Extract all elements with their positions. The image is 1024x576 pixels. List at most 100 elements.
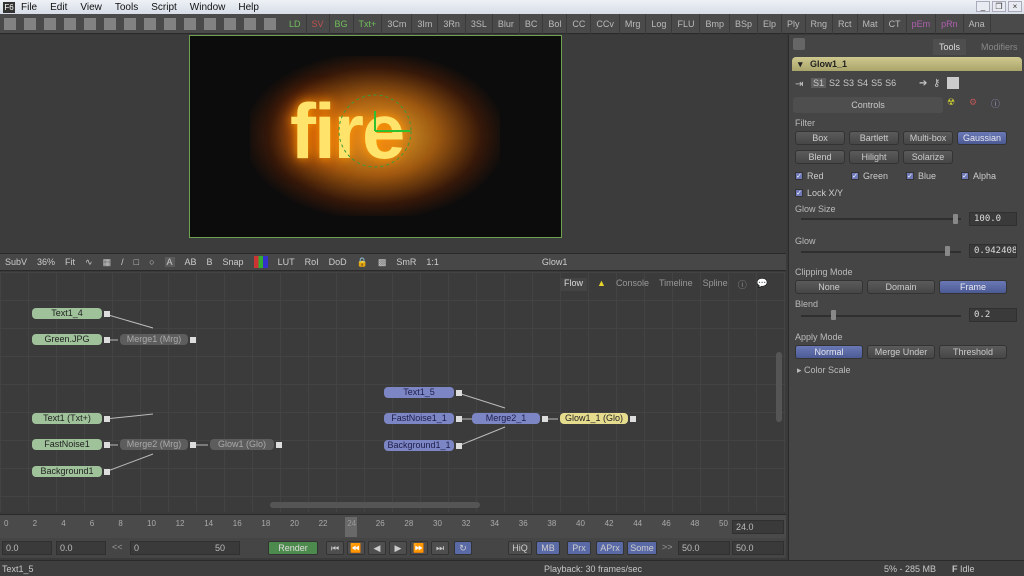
menu-file[interactable]: File <box>21 2 37 13</box>
apply-merge-under-button[interactable]: Merge Under <box>867 345 935 359</box>
tool-button-bg[interactable]: BG <box>330 13 354 34</box>
tool-button-ply[interactable]: Ply <box>782 13 806 34</box>
tool-button-prn[interactable]: pRn <box>936 13 964 34</box>
flow-editor[interactable]: Text1_4 Green.JPG Merge1 (Mrg) Text1 (Txt+)… <box>0 272 786 512</box>
tool-button-log[interactable]: Log <box>646 13 673 34</box>
node-output-port[interactable] <box>630 416 636 422</box>
tool-button-blur[interactable]: Blur <box>493 13 520 34</box>
go-to-start-button[interactable]: ⏮ <box>326 541 344 555</box>
menu-window[interactable]: Window <box>190 2 226 13</box>
aprx-button[interactable]: APrx <box>596 541 624 555</box>
node-output-port[interactable] <box>104 416 110 422</box>
slot-button-s4[interactable]: S4 <box>857 78 868 88</box>
mb-button[interactable]: MB <box>536 541 560 555</box>
tool-button-cc[interactable]: CC <box>567 13 592 34</box>
layout-dual-icon[interactable] <box>204 17 216 30</box>
subview-dropdown[interactable]: SubV <box>5 257 27 267</box>
close-button[interactable]: × <box>1008 1 1022 12</box>
tab-modifiers[interactable]: Modifiers <box>975 39 1024 55</box>
alpha-checkbox[interactable]: ✓ Alpha <box>961 171 996 181</box>
flow-node-glow1-glo[interactable]: Glow1 (Glo) <box>210 439 274 450</box>
line-icon[interactable]: / <box>121 257 124 267</box>
tool-button-pem[interactable]: pEm <box>907 13 937 34</box>
tool-button-3im[interactable]: 3Im <box>412 13 439 34</box>
circle-icon[interactable]: ○ <box>149 257 154 267</box>
glow-size-field[interactable]: 100.0 <box>969 212 1017 226</box>
a-buffer-button[interactable]: A <box>164 257 175 267</box>
flow-node-glow1-1-glo[interactable]: Glow1_1 (Glo) <box>560 413 628 424</box>
one-to-one-button[interactable]: 1:1 <box>426 257 439 267</box>
slot-button-s1[interactable]: S1 <box>811 78 827 88</box>
layout-single-icon[interactable] <box>184 17 196 30</box>
flow-node-fastnoise1-1[interactable]: FastNoise1_1 <box>384 413 454 424</box>
flow-node-text1-4[interactable]: Text1_4 <box>32 308 102 319</box>
blend-field[interactable]: 0.2 <box>969 308 1017 322</box>
glow-field[interactable]: 0.942408 <box>969 244 1017 258</box>
global-start-field[interactable]: 0.0 <box>2 541 52 555</box>
new-icon[interactable] <box>4 17 16 30</box>
blue-checkbox[interactable]: ✓ Blue <box>906 171 936 181</box>
glow-size-knob[interactable] <box>953 214 958 224</box>
tab-spline[interactable]: Spline <box>703 278 728 291</box>
redo-icon[interactable] <box>144 17 156 30</box>
tab-timeline[interactable]: Timeline <box>659 278 693 291</box>
render-start-field[interactable]: 0.0 <box>56 541 106 555</box>
flow-node-background1[interactable]: Background1 <box>32 466 102 477</box>
save-icon[interactable] <box>44 17 56 30</box>
some-button[interactable]: Some <box>627 541 657 555</box>
roi-dropdown[interactable]: RoI <box>305 257 319 267</box>
tool-button-ct[interactable]: CT <box>884 13 907 34</box>
lock-xy-checkbox[interactable]: ✓ Lock X/Y <box>795 188 843 198</box>
clipping-none-button[interactable]: None <box>795 280 863 294</box>
fit-button[interactable]: Fit <box>65 257 75 267</box>
tool-button-ccv[interactable]: CCv <box>591 13 620 34</box>
tool-button-3rn[interactable]: 3Rn <box>438 13 466 34</box>
gradient-icon[interactable]: ▦ <box>103 257 112 268</box>
flow-node-text1-5[interactable]: Text1_5 <box>384 387 454 398</box>
tool-button-ana[interactable]: Ana <box>964 13 991 34</box>
filter-bartlett-button[interactable]: Bartlett <box>849 131 899 145</box>
gear-icon[interactable]: ⚙ <box>969 97 977 108</box>
fullscreen-icon[interactable] <box>264 17 276 30</box>
glow-slider[interactable] <box>801 251 961 253</box>
apply-threshold-button[interactable]: Threshold <box>939 345 1007 359</box>
pin-icon[interactable]: ⇥ <box>795 79 803 90</box>
flow-node-text1-txt[interactable]: Text1 (Txt+) <box>32 413 102 424</box>
node-output-port[interactable] <box>190 337 196 343</box>
tool-button-mrg[interactable]: Mrg <box>620 13 647 34</box>
panel-collapse-icon[interactable] <box>793 38 805 50</box>
flow-node-green-jpg[interactable]: Green.JPG <box>32 334 102 345</box>
flow-node-background1-1[interactable]: Background1_1 <box>384 440 454 451</box>
menu-view[interactable]: View <box>80 2 102 13</box>
slot-button-s5[interactable]: S5 <box>871 78 882 88</box>
node-output-port[interactable] <box>542 416 548 422</box>
undo-icon[interactable] <box>124 17 136 30</box>
rectangle-icon[interactable]: □ <box>134 257 139 267</box>
flow-node-fastnoise1[interactable]: FastNoise1 <box>32 439 102 450</box>
ab-button[interactable]: AB <box>185 257 197 267</box>
global-end-field[interactable]: 50.0 <box>732 541 784 555</box>
copy-icon[interactable] <box>84 17 96 30</box>
channel-icon[interactable] <box>253 256 268 268</box>
tab-tools[interactable]: Tools <box>933 39 967 55</box>
slot-button-s3[interactable]: S3 <box>843 78 854 88</box>
radioactive-icon[interactable]: ☢ <box>947 97 955 108</box>
flow-node-merge2-mrg[interactable]: Merge2 (Mrg) <box>120 439 188 450</box>
menu-edit[interactable]: Edit <box>50 2 67 13</box>
green-checkbox[interactable]: ✓ Green <box>851 171 888 181</box>
tool-button-elp[interactable]: Elp <box>758 13 783 34</box>
hiq-button[interactable]: HiQ <box>508 541 532 555</box>
flow-horizontal-scrollbar[interactable] <box>270 502 480 508</box>
glow-size-slider[interactable] <box>801 218 961 220</box>
filter-blend-button[interactable]: Blend <box>795 150 845 164</box>
range-slider[interactable]: 0 50 <box>130 541 240 555</box>
filter-box-button[interactable]: Box <box>795 131 845 145</box>
menu-tools[interactable]: Tools <box>115 2 138 13</box>
tool-button-bsp[interactable]: BSp <box>730 13 758 34</box>
tool-button-bc[interactable]: BC <box>520 13 544 34</box>
viewer-image[interactable]: fire <box>189 35 562 238</box>
delete-icon[interactable] <box>164 17 176 30</box>
node-output-port[interactable] <box>104 311 110 317</box>
filter-multibox-button[interactable]: Multi-box <box>903 131 953 145</box>
save-settings-icon[interactable] <box>947 77 959 89</box>
